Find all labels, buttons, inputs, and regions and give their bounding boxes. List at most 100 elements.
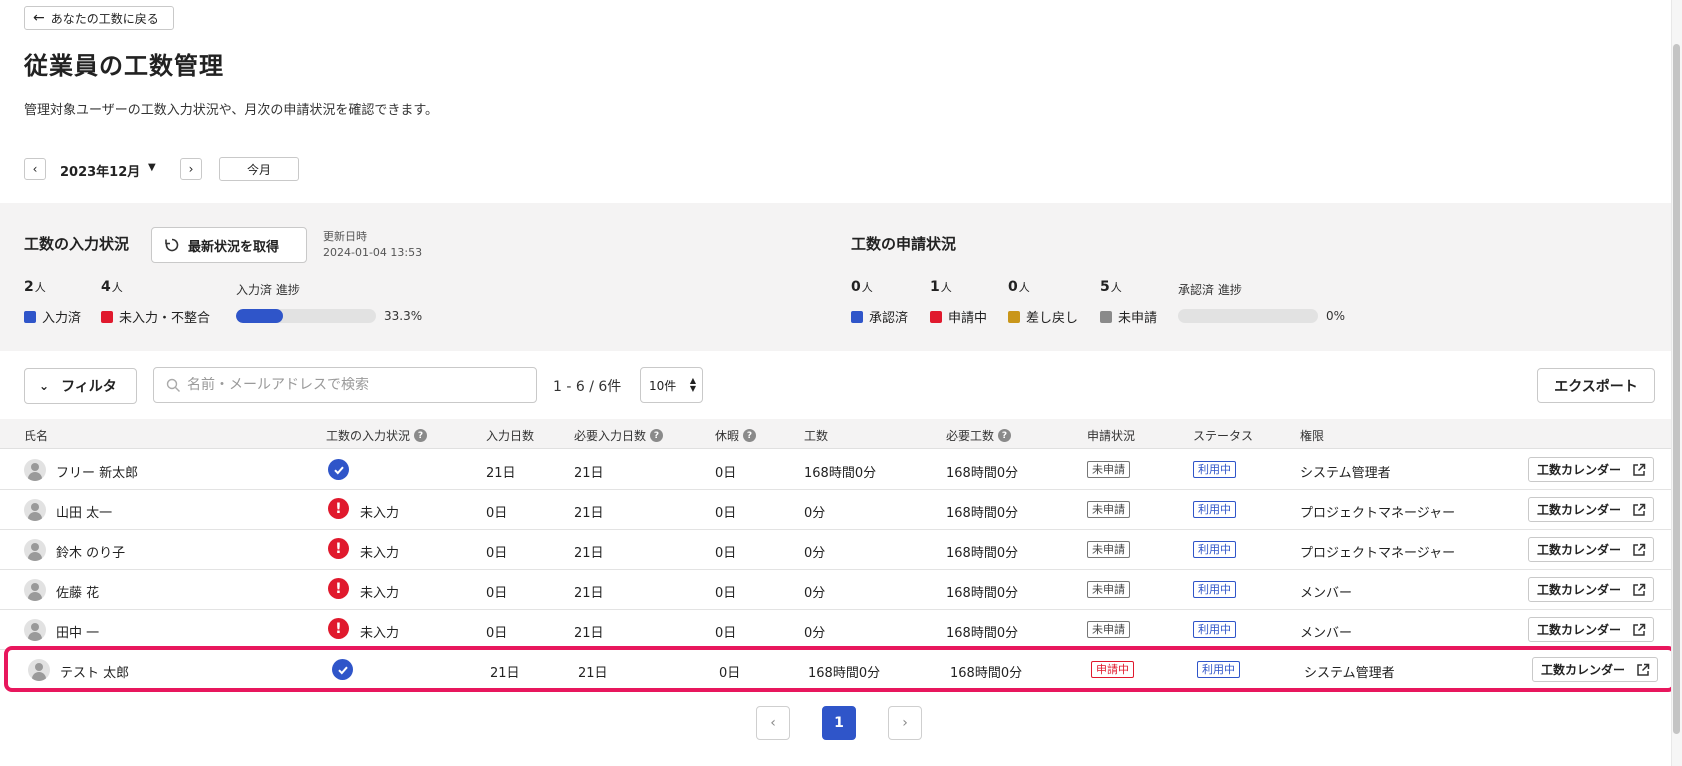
table-row[interactable]: 田中 一! 未入力 0日 21日 0日 0分 168時間0分 未申請 利用中 メンバー 工数カレンダ… [0, 610, 1682, 650]
external-link-icon [1633, 543, 1646, 556]
employee-name: 佐藤 花 [56, 586, 100, 601]
th-role[interactable]: 権限 [1300, 427, 1324, 444]
blue-square-icon [24, 310, 36, 323]
next-page-button[interactable]: › [888, 706, 922, 740]
input-progress-label: 入力済 進捗 [236, 283, 300, 297]
input-days: 21日 [490, 666, 520, 681]
filter-button[interactable]: ⌄ フィルタ [24, 368, 137, 404]
search-input[interactable] [187, 377, 524, 393]
hours-calendar-button[interactable]: 工数カレンダー [1532, 657, 1658, 682]
required-days: 21日 [578, 666, 608, 681]
prev-month-button[interactable]: ‹ [24, 158, 46, 180]
input-done-count: 2人 [24, 279, 46, 295]
summary-panel [0, 203, 1682, 351]
chevron-left-icon: ‹ [770, 715, 776, 731]
table-row[interactable]: 佐藤 花! 未入力 0日 21日 0日 0分 168時間0分 未申請 利用中 メンバー 工数カレンダ… [0, 570, 1682, 610]
page-description: 管理対象ユーザーの工数入力状況や、月次の申請状況を確認できます。 [24, 103, 439, 118]
export-button[interactable]: エクスポート [1537, 368, 1655, 403]
hours-calendar-button[interactable]: 工数カレンダー [1528, 617, 1654, 642]
input-days: 0日 [486, 626, 508, 641]
table-row[interactable]: フリー 新太郎 21日 21日 0日 168時間0分 168時間0分 未申請 利用中 システム管… [0, 450, 1682, 490]
user-status-badge: 利用中 [1193, 541, 1236, 558]
hours-calendar-button[interactable]: 工数カレンダー [1528, 457, 1654, 482]
gray-square-icon [1100, 310, 1112, 323]
required-days: 21日 [574, 626, 604, 641]
exclamation-circle-icon: ! [328, 538, 349, 559]
hours-calendar-button[interactable]: 工数カレンダー [1528, 577, 1654, 602]
apply-status-badge: 申請中 [1091, 661, 1134, 678]
external-link-icon [1633, 463, 1646, 476]
input-undone-count: 4人 [101, 279, 123, 295]
required-hours: 168時間0分 [946, 626, 1019, 641]
input-status-text: 未入力 [360, 586, 400, 601]
unapplied-count: 5人 [1100, 279, 1122, 295]
page-title: 従業員の工数管理 [24, 52, 224, 80]
th-required-days[interactable]: 必要入力日数? [574, 427, 664, 444]
page-button-current[interactable]: 1 [822, 706, 856, 740]
refresh-status-button[interactable]: 最新状況を取得 [151, 227, 307, 263]
th-apply-status[interactable]: 申請状況 [1087, 427, 1135, 444]
th-required-hours[interactable]: 必要工数? [946, 427, 1012, 444]
holidays: 0日 [715, 506, 737, 521]
work-hours: 0分 [804, 546, 826, 561]
help-icon[interactable]: ? [414, 429, 428, 442]
table-row[interactable]: 鈴木 のり子! 未入力 0日 21日 0日 0分 168時間0分 未申請 利用中 プロジェクトマネ… [0, 530, 1682, 570]
th-input-status[interactable]: 工数の入力状況? [326, 427, 428, 444]
required-days: 21日 [574, 506, 604, 521]
prev-page-button[interactable]: ‹ [756, 706, 790, 740]
check-circle-icon [332, 659, 353, 680]
filter-label: フィルタ [61, 379, 117, 395]
employee-name: フリー 新太郎 [56, 466, 139, 481]
month-select[interactable]: 2023年12月 [60, 161, 140, 180]
work-hours: 0分 [804, 506, 826, 521]
this-month-button[interactable]: 今月 [219, 157, 299, 181]
red-square-icon [101, 310, 113, 323]
table-row[interactable]: 山田 太一! 未入力 0日 21日 0日 0分 168時間0分 未申請 利用中 プロジェクトマネー… [0, 490, 1682, 530]
avatar-icon [24, 499, 46, 521]
back-to-my-hours-button[interactable]: ← あなたの工数に戻る [24, 6, 174, 30]
hours-calendar-button[interactable]: 工数カレンダー [1528, 497, 1654, 522]
applying-count: 1人 [930, 279, 952, 295]
calendar-label: 工数カレンダー [1537, 543, 1622, 557]
hours-calendar-button[interactable]: 工数カレンダー [1528, 537, 1654, 562]
legend-input-undone: 未入力・不整合 [101, 307, 210, 326]
work-hours: 0分 [804, 586, 826, 601]
refresh-label: 最新状況を取得 [188, 239, 280, 255]
approve-progress-label: 承認済 進捗 [1178, 283, 1242, 297]
chevron-right-icon: › [188, 162, 194, 176]
external-link-icon [1633, 503, 1646, 516]
table-row[interactable]: テスト 太郎 21日 21日 0日 168時間0分 168時間0分 申請中 利用中 システム管理… [4, 646, 1676, 692]
work-hours: 0分 [804, 626, 826, 641]
user-status-badge: 利用中 [1197, 661, 1240, 678]
help-icon[interactable]: ? [743, 429, 757, 442]
apply-status-badge: 未申請 [1087, 621, 1130, 638]
result-range: 1 - 6 / 6件 [553, 379, 622, 395]
user-status-badge: 利用中 [1193, 501, 1236, 518]
per-page-select[interactable]: 10件 ▲ ▼ [640, 367, 703, 403]
per-page-value: 10件 [649, 378, 677, 393]
avatar-icon [24, 459, 46, 481]
search-box[interactable] [153, 367, 537, 403]
scrollbar-thumb[interactable] [1673, 44, 1680, 734]
apply-status-title: 工数の申請状況 [851, 235, 957, 253]
arrow-left-icon: ← [33, 10, 45, 26]
caret-down-icon[interactable]: ▼ [148, 162, 156, 173]
external-link-icon [1637, 663, 1650, 676]
role: システム管理者 [1304, 666, 1395, 681]
next-month-button[interactable]: › [180, 158, 202, 180]
th-hours[interactable]: 工数 [804, 427, 828, 444]
employee-name: テスト 太郎 [60, 666, 130, 681]
avatar-icon [24, 579, 46, 601]
work-hours: 168時間0分 [808, 666, 881, 681]
th-holidays[interactable]: 休暇? [715, 427, 757, 444]
holidays: 0日 [715, 586, 737, 601]
help-icon[interactable]: ? [998, 429, 1012, 442]
holidays: 0日 [715, 466, 737, 481]
search-icon [166, 378, 180, 392]
updated-at-value: 2024-01-04 13:53 [323, 246, 423, 259]
th-status[interactable]: ステータス [1193, 427, 1253, 444]
help-icon[interactable]: ? [650, 429, 664, 442]
th-input-days[interactable]: 入力日数 [486, 427, 534, 444]
th-name[interactable]: 氏名 [24, 427, 48, 444]
input-progress-fill [236, 309, 283, 323]
